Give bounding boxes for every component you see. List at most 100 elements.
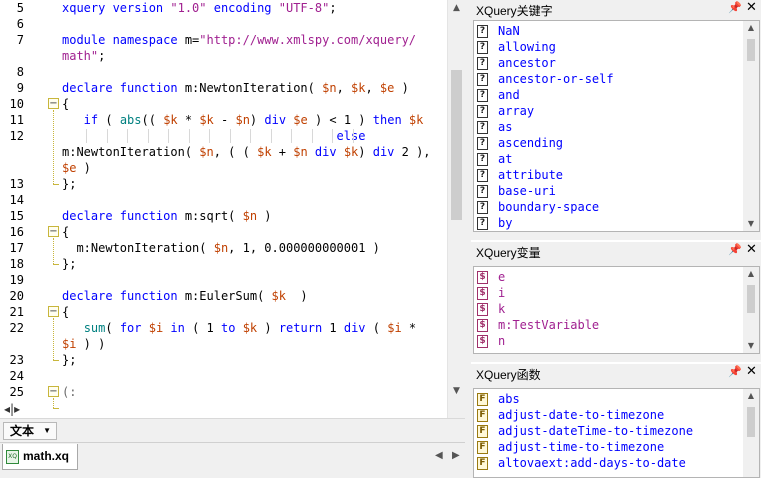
pin-icon[interactable]: 📌 <box>728 243 742 256</box>
code-editor[interactable]: 567891011121314151617181920212223242526 … <box>0 0 465 418</box>
text-view-button[interactable]: 文本 ▼ <box>3 422 57 440</box>
document-tab-bar: XQ math.xq ◀ ▶ <box>0 442 465 478</box>
fold-toggle-icon[interactable]: − <box>48 98 59 109</box>
code-line[interactable]: { <box>62 304 69 320</box>
scroll-thumb[interactable] <box>451 70 462 220</box>
indent-guide <box>352 129 354 143</box>
code-token: module namespace <box>62 33 185 47</box>
code-line[interactable]: else <box>62 128 366 144</box>
list-item[interactable]: Fadjust-time-to-timezone <box>474 439 744 455</box>
code-line[interactable]: m:NewtonIteration( $n, ( ( $k + $n div $… <box>62 144 431 160</box>
file-tab-math[interactable]: XQ math.xq <box>2 444 78 470</box>
scroll-down-arrow-icon[interactable]: ▼ <box>743 217 759 231</box>
function-icon: F <box>477 409 488 422</box>
code-token: ) < 1 ) <box>307 113 373 127</box>
indent-guide <box>332 129 333 143</box>
list-item[interactable]: ? and <box>474 87 744 103</box>
code-line[interactable]: { <box>62 224 69 240</box>
code-token: $k <box>163 113 178 127</box>
scroll-down-arrow-icon[interactable]: ▼ <box>448 383 465 400</box>
list-item[interactable]: ? allowing <box>474 39 744 55</box>
scroll-thumb[interactable] <box>747 39 755 61</box>
tab-scroll-right-icon[interactable]: ▶ <box>452 450 460 461</box>
list-item[interactable]: Faltovaext:add-days-to-date <box>474 455 744 471</box>
indent-guide <box>209 129 210 143</box>
close-icon[interactable]: ✕ <box>746 242 757 257</box>
code-line[interactable]: declare function m:sqrt( $n ) <box>62 208 272 224</box>
code-line[interactable]: math"; <box>62 48 105 64</box>
scroll-thumb[interactable] <box>747 407 755 437</box>
pin-icon[interactable]: 📌 <box>728 1 742 14</box>
indent-guide <box>147 129 149 143</box>
scroll-up-arrow-icon[interactable]: ▲ <box>743 21 759 35</box>
scroll-up-arrow-icon[interactable]: ▲ <box>448 0 465 17</box>
list-item-label: at <box>498 152 513 166</box>
pin-icon[interactable]: 📌 <box>728 365 742 378</box>
list-item[interactable]: ? NaN <box>474 23 744 39</box>
code-line[interactable]: module namespace m="http://www.xmlspy.co… <box>62 32 416 48</box>
scroll-up-arrow-icon[interactable]: ▲ <box>743 267 759 281</box>
list-item[interactable]: ? base-uri <box>474 183 744 199</box>
editor-vertical-scrollbar[interactable]: ▲ ▼ <box>447 0 465 418</box>
code-line[interactable]: if ( abs(( $k * $k - $n) div $e ) < 1 ) … <box>62 112 424 128</box>
fold-toggle-icon[interactable]: − <box>48 226 59 237</box>
list-item[interactable]: ? at <box>474 151 744 167</box>
list-item[interactable]: Fadjust-date-to-timezone <box>474 407 744 423</box>
panel-title: XQuery变量 <box>476 246 541 260</box>
tab-scroll-left-icon[interactable]: ◀ <box>435 450 443 461</box>
code-line[interactable]: declare function m:NewtonIteration( $n, … <box>62 80 409 96</box>
split-view-icon[interactable]: ◂|▸ <box>4 402 20 416</box>
close-icon[interactable]: ✕ <box>746 0 757 15</box>
list-item[interactable]: Fabs <box>474 391 744 407</box>
code-line[interactable]: }; <box>62 176 76 192</box>
code-line[interactable]: declare function m:EulerSum( $k ) <box>62 288 308 304</box>
code-line[interactable]: { <box>62 96 69 112</box>
list-item[interactable]: $ k <box>474 301 744 317</box>
list-item[interactable]: $ e <box>474 269 744 285</box>
keyword-list[interactable]: ? NaN? allowing? ancestor? ancestor-or-self?… <box>473 20 760 232</box>
code-line[interactable]: $i ) ) <box>62 336 105 352</box>
list-item-label: adjust-date-to-timezone <box>498 408 665 422</box>
fold-toggle-icon[interactable]: − <box>48 306 59 317</box>
code-line[interactable]: sum( for $i in ( 1 to $k ) return 1 div … <box>62 320 416 336</box>
code-token: { <box>62 225 70 239</box>
close-icon[interactable]: ✕ <box>746 364 757 379</box>
code-token: $e <box>379 81 395 95</box>
scroll-down-arrow-icon[interactable]: ▼ <box>743 339 759 353</box>
variable-list-scrollbar[interactable]: ▲ ▼ <box>743 267 759 353</box>
fold-toggle-icon[interactable]: − <box>48 386 59 397</box>
list-item[interactable]: $ m:TestVariable <box>474 317 744 333</box>
list-item[interactable]: ? ancestor <box>474 55 744 71</box>
list-item[interactable]: ? attribute <box>474 167 744 183</box>
code-line[interactable]: $e ) <box>62 160 91 176</box>
code-line[interactable]: xquery version "1.0" encoding "UTF-8"; <box>62 0 337 16</box>
code-line[interactable]: }; <box>62 256 76 272</box>
list-item[interactable]: $ i <box>474 285 744 301</box>
list-item[interactable]: ? ascending <box>474 135 744 151</box>
code-line[interactable]: }; <box>62 352 76 368</box>
list-item[interactable]: ? array <box>474 103 744 119</box>
list-item[interactable]: ? ancestor-or-self <box>474 71 744 87</box>
list-item[interactable]: ? as <box>474 119 744 135</box>
code-token: { <box>62 97 70 111</box>
list-item[interactable]: Fadjust-dateTime-to-timezone <box>474 423 744 439</box>
editor-bottom-strip: ◂|▸ <box>0 400 447 418</box>
list-item[interactable]: ? by <box>474 215 744 231</box>
keyword-list-scrollbar[interactable]: ▲ ▼ <box>743 21 759 231</box>
xquery-keywords-panel: XQuery关键字 📌 ✕ ? NaN? allowing? ancestor? anc… <box>471 0 761 240</box>
function-list-scrollbar[interactable]: ▲ <box>743 389 759 477</box>
code-token: sum <box>83 321 106 335</box>
function-list[interactable]: Fabs Fadjust-date-to-timezone Fadjust-date… <box>473 388 760 478</box>
list-item[interactable]: ? boundary-space <box>474 199 744 215</box>
code-line[interactable]: m:NewtonIteration( $n, 1, 0.000000000001… <box>62 240 380 256</box>
list-item-label: altovaext:add-days-to-date <box>498 456 686 470</box>
code-line[interactable]: (: <box>62 384 76 400</box>
code-token: , 1, 0.000000000001 ) <box>228 241 380 255</box>
line-number: 22 <box>9 321 24 335</box>
variable-list[interactable]: $ e $ i $ k $ m:TestVariable $ n ▲ ▼ <box>473 266 760 354</box>
list-item-label: by <box>498 216 513 230</box>
list-item-label: ancestor-or-self <box>498 72 614 86</box>
scroll-up-arrow-icon[interactable]: ▲ <box>743 389 759 403</box>
list-item[interactable]: $ n <box>474 333 744 349</box>
scroll-thumb[interactable] <box>747 285 755 313</box>
